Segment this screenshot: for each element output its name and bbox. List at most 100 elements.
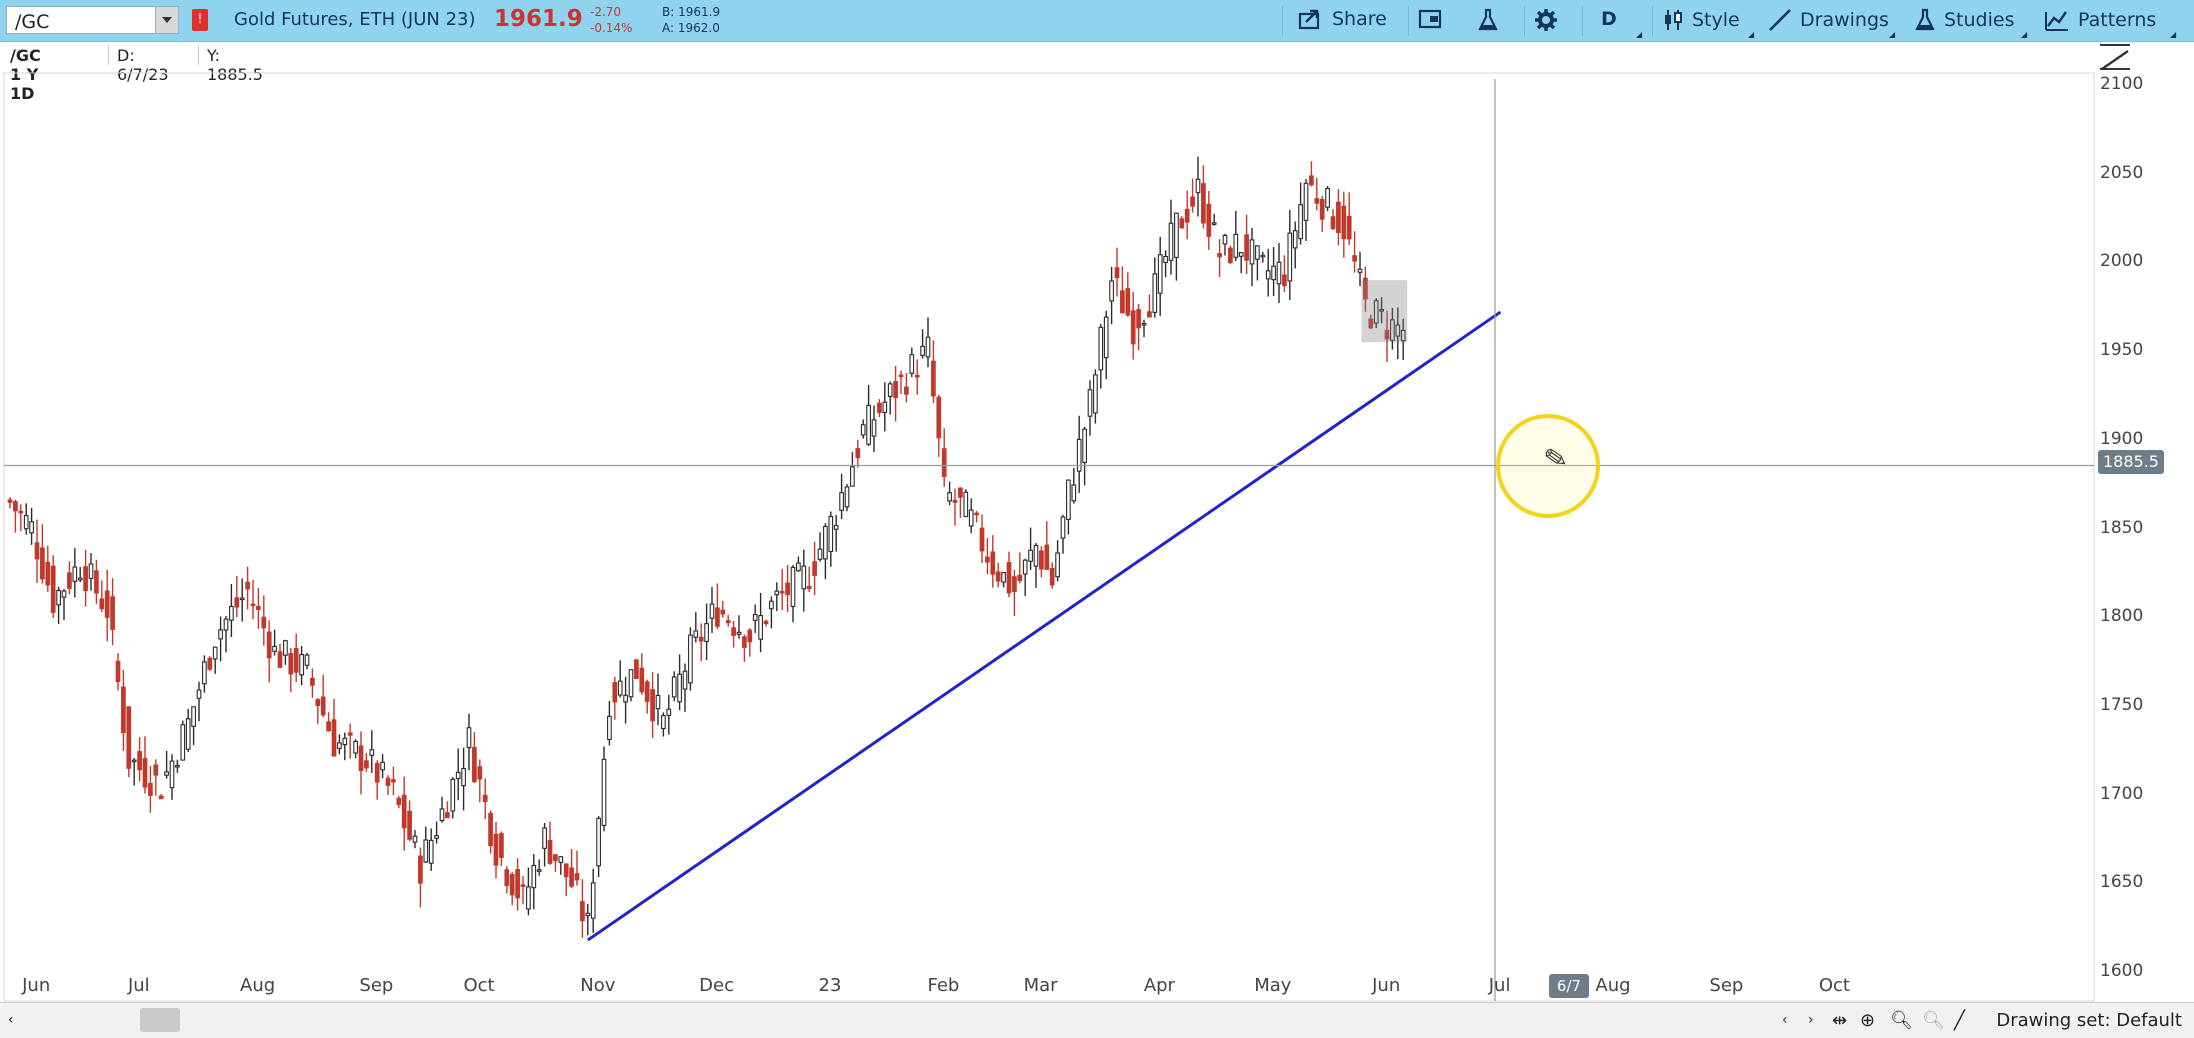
percent-change: -0.14% [590, 21, 633, 35]
candle-body [299, 654, 304, 676]
candle-body [720, 609, 726, 615]
style-label: Style [1692, 9, 1740, 31]
candle-body [671, 676, 677, 698]
drawings-button[interactable]: Drawings [1768, 8, 1889, 32]
patterns-icon [2045, 11, 2068, 31]
pan-icon[interactable]: ⊕ [1860, 1010, 1875, 1031]
candle-body [844, 486, 850, 508]
candle-body [596, 817, 601, 867]
candle-body [245, 581, 250, 590]
x-axis-tick-label: Jun [1372, 975, 1401, 996]
chart-toolbar: /GC ! Gold Futures, ETH (JUN 23) 1961.9 … [0, 0, 2194, 42]
candle-body [1330, 216, 1336, 230]
candle-body [428, 839, 434, 864]
candle-body [1190, 196, 1195, 207]
candle-body [1163, 255, 1168, 264]
candle-body [698, 636, 704, 642]
share-button[interactable]: Share [1298, 8, 1387, 30]
candle-body [1233, 233, 1239, 258]
candle-body [590, 882, 596, 919]
candle-body [358, 745, 364, 771]
candle-body [364, 760, 369, 769]
x-axis-tick-label: Nov [580, 975, 616, 996]
drawing-tool-icon[interactable] [2098, 42, 2132, 72]
candle-body [56, 589, 61, 606]
zoom-in-icon[interactable]: 🔍︎ [1890, 1010, 1913, 1031]
candle-body [1319, 198, 1325, 220]
candle-body [1341, 205, 1347, 240]
candle-body [1228, 247, 1233, 264]
candle-body [1314, 198, 1320, 204]
candle-body [1211, 222, 1217, 225]
candle-body [1076, 438, 1082, 472]
candle-body [266, 631, 272, 659]
scroll-back-icon[interactable]: ‹ [1782, 1012, 1788, 1028]
candle-body [1147, 311, 1152, 318]
aggregation-button[interactable]: D [1601, 8, 1617, 30]
x-axis-tick-label: Sep [359, 975, 394, 996]
aggregation-label: D [1601, 8, 1617, 30]
candle-body [644, 681, 650, 702]
candle-body [801, 565, 807, 590]
candle-body [1282, 274, 1287, 287]
candle-body [677, 673, 682, 703]
scrollbar-thumb[interactable] [140, 1008, 180, 1032]
scroll-forward-icon[interactable]: › [1808, 1012, 1814, 1028]
drawing-line-icon[interactable]: ╱ [1954, 1010, 1965, 1031]
scroll-left-icon[interactable]: ‹ [8, 1012, 14, 1028]
candle-body [1325, 187, 1330, 208]
plot-frame [3, 72, 2095, 1002]
zoom-out-icon[interactable]: 🔍︎ [1922, 1010, 1945, 1031]
style-button[interactable]: Style [1662, 8, 1740, 32]
candle-body [175, 764, 180, 768]
drawing-set-label[interactable]: Drawing set: Default [1996, 1010, 2182, 1031]
candle-body [731, 627, 736, 636]
candle-body [196, 689, 202, 699]
candle-body [1049, 568, 1055, 586]
candle-body [131, 759, 137, 763]
studies-button[interactable]: Studies [1914, 8, 2014, 32]
candle-body [310, 677, 315, 686]
alert-badge[interactable]: ! [192, 9, 208, 31]
candle-body [1130, 310, 1136, 345]
chart-settings-button[interactable] [1418, 8, 1444, 30]
candle-body [499, 833, 504, 858]
candle-body [779, 590, 785, 594]
candle-body [239, 597, 245, 601]
candle-body [968, 509, 974, 527]
candle-body [1125, 288, 1131, 316]
y-axis-tick-label: 2000 [2100, 251, 2144, 272]
candle-body [1309, 175, 1314, 186]
candle-body [234, 597, 240, 608]
x-axis-tick-label: Jul [127, 975, 150, 996]
candle-body [607, 715, 612, 740]
y-axis-tick-label: 1750 [2100, 694, 2144, 715]
share-icon [1298, 9, 1320, 30]
candle-body [758, 615, 763, 640]
candle-body [936, 396, 942, 439]
price-chart[interactable] [0, 41, 2194, 1002]
dropdown-corner-icon: ◢ [2170, 30, 2177, 39]
candle-body [423, 839, 429, 863]
candle-body [315, 699, 321, 706]
symbol-input[interactable]: /GC [6, 6, 179, 34]
expand-time-icon[interactable]: ⇹ [1832, 1010, 1847, 1031]
y-axis-tick-label: 1650 [2100, 872, 2144, 893]
candle-body [563, 863, 569, 878]
toolbar-divider [1652, 6, 1653, 36]
candle-body [871, 419, 877, 437]
patterns-button[interactable]: Patterns [2044, 8, 2156, 32]
candle-body [374, 762, 380, 783]
candle-body [693, 630, 699, 638]
toolbar-divider [1524, 6, 1525, 36]
candle-body [1238, 252, 1244, 257]
bid-price: B: 1961.9 [662, 5, 721, 19]
candle-body [412, 835, 418, 843]
candle-body [13, 501, 18, 512]
settings-button[interactable] [1534, 8, 1558, 32]
candle-body [1265, 270, 1271, 280]
studies-flask-icon [1915, 8, 1935, 31]
symbol-dropdown-button[interactable] [155, 7, 178, 33]
candle-body [979, 527, 985, 552]
flask-button[interactable] [1477, 8, 1499, 32]
